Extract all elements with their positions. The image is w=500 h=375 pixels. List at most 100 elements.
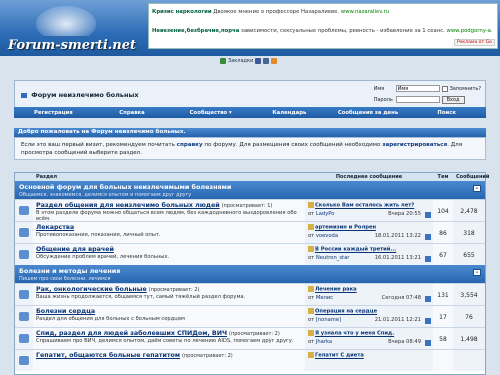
go-to-post-icon[interactable] [425,212,431,218]
user-link[interactable]: [noname] [316,317,341,323]
welcome-body: Если это ваш первый визит, рекомендуем п… [14,137,486,160]
post-count: 1,498 [453,328,485,349]
register-link[interactable]: зарегистрироваться [382,142,447,148]
category-title[interactable]: Основной форум для больных неизлечимыми … [19,183,231,191]
post-count: 3,554 [453,284,485,305]
last-post: Сколько Вам осталось жить лет? от LadyPo… [305,200,433,221]
last-post: Операция на сердце от [noname] 21.01.2011… [305,306,433,327]
table-row: Болезни сердца Раздел для общения для бо… [15,305,485,327]
post-count: 76 [453,306,485,327]
forum-viewers: (просматривает: 1) [221,203,273,209]
nav-today-posts[interactable]: Сообщения за день [329,110,408,116]
post-count: 655 [453,244,485,265]
bookmark-bar[interactable]: Закладки [220,58,278,64]
post-count [453,350,485,371]
last-post-link[interactable]: Операция на сердце [315,309,377,315]
ad-text: зависимости, сексуальные проблемы, ревно… [241,28,445,34]
forum-link[interactable]: Гепатит, общаются больные гепатитом [36,352,180,359]
password-input[interactable] [395,96,440,103]
user-link[interactable]: Neutron_star [316,255,350,261]
ad-title[interactable]: Кризис наркологии [152,9,212,15]
go-to-post-icon[interactable] [425,296,431,302]
go-to-post-icon[interactable] [425,318,431,324]
nav-register[interactable]: Регистрация [14,110,93,116]
collapse-icon[interactable]: – [473,185,481,192]
last-post-link[interactable]: Лечение рака [315,287,357,293]
last-post-time: 18.01.2011 13:22 [374,232,421,239]
post-icon [308,308,314,314]
last-post-time: 21.01.2011 12:21 [374,316,421,323]
nav-help[interactable]: Справка [93,110,172,116]
ad-badge[interactable]: Реклама от Go [453,39,495,46]
thread-count: 17 [433,306,453,327]
forum-link[interactable]: Рак, онкологические больные [36,286,147,293]
share-icon[interactable] [271,58,278,64]
user-link[interactable]: Jharka [316,339,332,345]
ad-url[interactable]: www.nazaraliev.ru [341,9,389,15]
vk-icon[interactable] [263,58,270,64]
forum-link[interactable]: Спид, раздел для людей заболевших СПИДом… [36,330,227,337]
user-link[interactable]: LadyPo [316,211,335,217]
ad-url[interactable]: www.podgorny-a. [447,28,493,34]
ad-title[interactable]: Невезение,безбрачие,порча [152,28,239,34]
last-post-link[interactable]: Гепатит С диета [315,353,364,359]
go-to-post-icon[interactable] [425,340,431,346]
facebook-icon[interactable] [255,58,262,64]
last-post-time: Вчера 20:55 [388,210,421,217]
forum-link[interactable]: Раздел общения для неизлечимо больных лю… [36,202,220,209]
col-section: Раздел [36,174,58,180]
forum-link[interactable]: Лекарства [36,224,74,231]
last-post: В России каждый третий... от Neutron_sta… [305,244,433,265]
forum-viewers: (просматривает: 2) [148,287,200,293]
nav-community[interactable]: Сообщество ▾ [171,110,250,116]
help-link[interactable]: справку [177,142,203,148]
post-icon [308,330,314,336]
forum-desc: Противопоказания, показания, личный опыт… [36,232,161,238]
logo-text: Forum-smerti.net [8,38,137,53]
ad-line-1[interactable]: Кризис наркологии Двоякое мнение о профе… [152,9,389,15]
last-post: Гепатит С диета [305,350,433,371]
table-row: Лекарства Противопоказания, показания, л… [15,221,485,243]
password-label: Пароль [373,96,393,103]
remember-checkbox[interactable] [441,85,448,92]
last-post: артемизин и Ролрен от voevoda 18.01.2011 … [305,222,433,243]
post-icon [308,202,314,208]
last-post-link[interactable]: артемизин и Ролрен [315,225,376,231]
category-header[interactable]: Болезни и методы лечения Пишем про свои … [15,265,485,283]
post-icon [308,224,314,230]
last-post-time: Вчера 08:49 [388,338,421,345]
login-button[interactable]: Вход [441,95,465,104]
nav-search[interactable]: Поиск [407,110,486,116]
col-posts: Сообщений [456,174,490,180]
go-to-post-icon[interactable] [425,256,431,262]
post-icon [308,246,314,252]
main-navbar: Регистрация Справка Сообщество ▾ Календа… [14,107,486,118]
forum-link[interactable]: Болезни сердца [36,308,95,315]
user-link[interactable]: Мелис [316,295,333,301]
ad-line-2[interactable]: Невезение,безбрачие,порча зависимости, с… [152,28,493,34]
category-title[interactable]: Болезни и методы лечения [19,267,120,275]
user-link[interactable]: voevoda [316,233,338,239]
thread-count: 131 [433,284,453,305]
forum-icon [19,334,29,343]
page-title[interactable]: Форум неизлечимо больных [21,91,139,99]
bookmark-label[interactable]: Закладки [228,58,253,64]
nav-calendar[interactable]: Календарь [250,110,329,116]
thread-count [433,350,453,371]
table-row: Общение для врачей Обсуждение проблем вр… [15,243,485,265]
site-logo[interactable]: Forum-smerti.net [6,4,146,54]
last-post-link[interactable]: В России каждый третий... [315,247,396,253]
go-to-post-icon[interactable] [425,234,431,240]
post-icon [308,352,314,358]
last-post-link[interactable]: Сколько Вам осталось жить лет? [315,203,414,209]
ad-text: Двоякое мнение о профессоре Назаралиеве. [213,9,340,15]
forum-header-panel: Форум неизлечимо больных Имя Запомнить? … [14,80,486,108]
forum-icon [19,356,29,365]
forum-link[interactable]: Общение для врачей [36,246,114,253]
login-form: Имя Запомнить? Пароль Вход [374,83,481,105]
collapse-icon[interactable]: – [473,269,481,276]
forum-icon [19,250,29,259]
category-header[interactable]: Основной форум для больных неизлечимыми … [15,181,485,199]
username-input[interactable] [395,85,440,92]
last-post-link[interactable]: Я узнала что у меня Спид. [315,331,394,337]
